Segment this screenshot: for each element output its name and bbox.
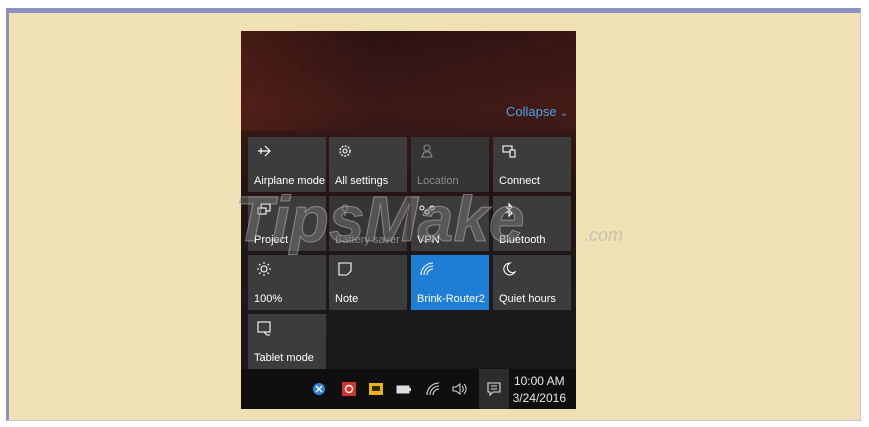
volume-icon[interactable] [451, 381, 467, 397]
tile-airplane-mode[interactable]: Airplane mode [248, 137, 326, 192]
tile-label: Brink-Router2 [417, 293, 485, 305]
tile-label: Note [335, 293, 359, 305]
sticky-app-icon[interactable] [368, 381, 384, 397]
collapse-label: Collapse [506, 104, 557, 119]
location-icon [419, 143, 435, 159]
battery-saver-icon [337, 202, 353, 218]
network-globe-icon[interactable] [311, 381, 327, 397]
tile-label: Project [254, 234, 289, 246]
action-center-icon [486, 381, 502, 397]
collapse-button[interactable]: Collapse ⌄ [506, 104, 568, 119]
gear-icon [337, 143, 353, 159]
tile-label: Bluetooth [499, 234, 546, 246]
action-center-panel: Collapse ⌄ Airplane mode All settings Loc… [241, 31, 576, 409]
tile-note[interactable]: Note [329, 255, 407, 310]
wifi-icon[interactable] [425, 381, 441, 397]
tile-label: Location [417, 175, 459, 187]
battery-icon[interactable] [396, 381, 412, 397]
wifi-icon [419, 261, 435, 277]
tile-label: Tablet mode [254, 352, 314, 364]
tile-tablet-mode[interactable]: Tablet mode [248, 314, 326, 369]
tile-label: Airplane mode [254, 175, 325, 187]
tile-connect[interactable]: Connect [493, 137, 571, 192]
brightness-icon [256, 261, 272, 277]
tile-bluetooth[interactable]: Bluetooth [493, 196, 571, 251]
tile-quiet-hours[interactable]: Quiet hours [493, 255, 571, 310]
clock-time: 10:00 AM [513, 374, 565, 388]
tile-location[interactable]: Location [411, 137, 489, 192]
bluetooth-icon [501, 202, 517, 218]
tablet-mode-icon [256, 320, 272, 336]
tile-label: 100% [254, 293, 283, 305]
presentation-app-icon[interactable] [341, 381, 357, 397]
tile-label: Connect [499, 175, 540, 187]
tile-all-settings[interactable]: All settings [329, 137, 407, 192]
action-center-button[interactable] [479, 369, 509, 409]
connect-icon [501, 143, 517, 159]
tile-wifi[interactable]: Brink-Router2 [411, 255, 489, 310]
taskbar-clock[interactable]: 10:00 AM 3/24/2016 [513, 373, 566, 407]
project-icon [256, 202, 272, 218]
airplane-icon [256, 143, 272, 159]
chevron-down-icon: ⌄ [559, 108, 568, 119]
taskbar: 10:00 AM 3/24/2016 [241, 369, 576, 409]
clock-date: 3/24/2016 [512, 391, 566, 405]
vpn-icon [419, 202, 435, 218]
moon-icon [501, 261, 517, 277]
tile-label: All settings [335, 175, 389, 187]
tile-label: Battery saver [335, 234, 400, 246]
tile-vpn[interactable]: VPN [411, 196, 489, 251]
tile-battery-saver[interactable]: Battery saver [329, 196, 407, 251]
tile-label: VPN [417, 234, 440, 246]
tile-label: Quiet hours [499, 293, 556, 305]
note-icon [337, 261, 353, 277]
tile-project[interactable]: Project [248, 196, 326, 251]
tile-brightness[interactable]: 100% [248, 255, 326, 310]
